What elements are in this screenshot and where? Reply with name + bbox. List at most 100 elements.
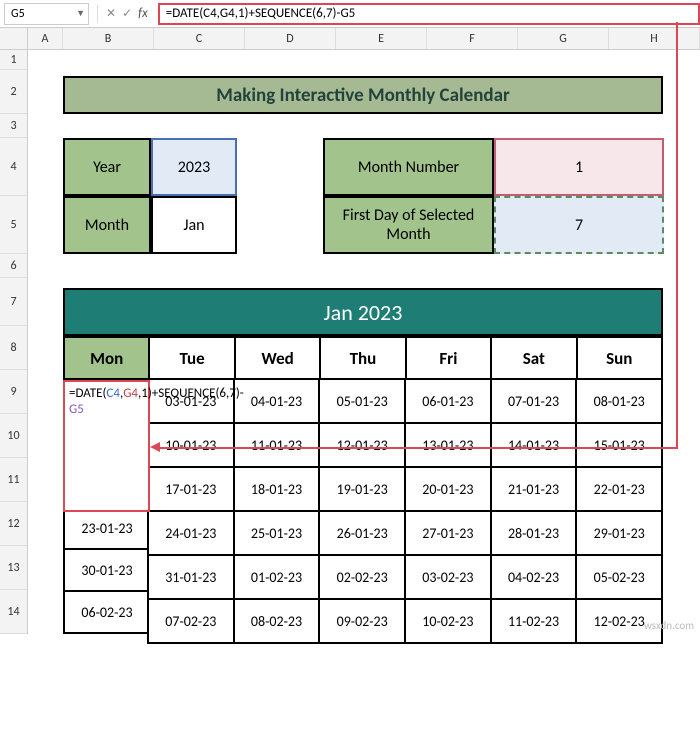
spreadsheet-area[interactable]: Making Interactive Monthly Calendar Year… (28, 50, 700, 634)
calendar-cell[interactable]: 10-02-23 (404, 598, 492, 644)
calendar-cell[interactable]: 19-01-23 (318, 466, 406, 512)
col-header[interactable]: A (28, 28, 63, 49)
calendar-cell[interactable]: 26-01-23 (318, 510, 406, 556)
annotation-line (154, 447, 678, 449)
row-header[interactable]: 7 (0, 278, 28, 326)
calendar-grid: 03-01-23 04-01-23 05-01-23 06-01-23 07-0… (149, 380, 663, 644)
formula-controls: ✕ ✓ fx (102, 6, 158, 21)
row-header[interactable]: 14 (0, 590, 28, 634)
calendar-cell[interactable]: 27-01-23 (404, 510, 492, 556)
fx-icon[interactable]: fx (138, 6, 148, 21)
calendar-cell[interactable]: 04-02-23 (490, 554, 578, 600)
table-row: 07-02-23 08-02-23 09-02-23 10-02-23 11-0… (149, 600, 663, 644)
calendar-cell[interactable]: 03-02-23 (404, 554, 492, 600)
formula-text: SEQUENCE(6,7)- (158, 386, 244, 401)
formula-text: ,1)+ (138, 386, 158, 401)
cell-ref-c4: C4 (106, 386, 120, 401)
formula-text: =DATE(C4,G4,1)+SEQUENCE(6,7)-G5 (166, 6, 356, 21)
name-box-value: G5 (11, 7, 25, 21)
calendar-cell[interactable]: 13-01-23 (404, 422, 492, 468)
separator (97, 5, 98, 23)
calendar-title: Jan 2023 (63, 288, 663, 336)
calendar-cell[interactable]: 08-02-23 (233, 598, 321, 644)
row-header[interactable]: 12 (0, 502, 28, 546)
calendar-cell[interactable]: 01-02-23 (233, 554, 321, 600)
row-header[interactable]: 13 (0, 546, 28, 590)
calendar-cell[interactable]: 17-01-23 (147, 466, 235, 512)
col-header[interactable]: E (336, 28, 427, 49)
first-day-value: 7 (494, 196, 664, 254)
col-header[interactable]: F (427, 28, 518, 49)
row-header[interactable]: 11 (0, 458, 28, 502)
column-headers: A B C D E F G H (0, 28, 700, 50)
calendar-header-row: Mon Tue Wed Thu Fri Sat Sun (63, 336, 663, 380)
row-header[interactable]: 9 (0, 370, 28, 414)
year-value[interactable]: 2023 (151, 138, 237, 196)
row-header[interactable]: 6 (0, 254, 28, 278)
calendar-cell[interactable]: 22-01-23 (575, 466, 663, 512)
table-row: 10-01-23 11-01-23 12-01-23 13-01-23 14-0… (149, 424, 663, 468)
row-header[interactable]: 1 (0, 50, 28, 70)
calendar-cell[interactable]: 31-01-23 (147, 554, 235, 600)
calendar-header: Sat (490, 336, 577, 380)
formula-bar: G5 ▼ ✕ ✓ fx =DATE(C4,G4,1)+SEQUENCE(6,7)… (0, 0, 700, 28)
cancel-icon[interactable]: ✕ (106, 6, 116, 21)
row-header[interactable]: 2 (0, 70, 28, 114)
calendar-cell[interactable]: 07-01-23 (490, 378, 578, 424)
calendar-cell[interactable]: 18-01-23 (233, 466, 321, 512)
page-title: Making Interactive Monthly Calendar (63, 76, 663, 114)
calendar-cell[interactable]: 14-01-23 (490, 422, 578, 468)
calendar-cell[interactable]: 07-02-23 (147, 598, 235, 644)
row-header[interactable]: 4 (0, 138, 28, 196)
calendar-cell[interactable]: 20-01-23 (404, 466, 492, 512)
calendar-cell[interactable]: 06-02-23 (63, 590, 151, 634)
calendar-cell[interactable]: 10-01-23 (147, 422, 235, 468)
row-header[interactable]: 3 (0, 114, 28, 138)
calendar-cell[interactable]: 05-02-23 (575, 554, 663, 600)
calendar-header: Mon (63, 336, 150, 380)
annotation-line (676, 22, 678, 447)
row-header[interactable]: 5 (0, 196, 28, 254)
calendar-cell[interactable]: 06-01-23 (404, 378, 492, 424)
calendar-cell[interactable]: 05-01-23 (318, 378, 406, 424)
calendar-header: Wed (234, 336, 321, 380)
calendar-cell[interactable]: 12-01-23 (318, 422, 406, 468)
formula-text: =DATE( (69, 386, 106, 401)
calendar-header: Tue (148, 336, 235, 380)
calendar-cell[interactable]: 08-01-23 (575, 378, 663, 424)
col-header[interactable]: D (245, 28, 336, 49)
col-header[interactable]: B (63, 28, 154, 49)
row-header[interactable]: 10 (0, 414, 28, 458)
col-header[interactable]: C (154, 28, 245, 49)
calendar-cell[interactable]: 11-02-23 (490, 598, 578, 644)
calendar-cell[interactable]: 24-01-23 (147, 510, 235, 556)
calendar-cell[interactable]: 29-01-23 (575, 510, 663, 556)
row-header[interactable]: 8 (0, 326, 28, 370)
calendar-cell[interactable]: 30-01-23 (63, 548, 151, 592)
calendar-cell[interactable]: 11-01-23 (233, 422, 321, 468)
calendar-header: Fri (405, 336, 492, 380)
col-header[interactable]: H (609, 28, 700, 49)
month-number-value: 1 (494, 138, 664, 196)
month-value[interactable]: Jan (151, 196, 237, 254)
calendar-cell[interactable]: 09-02-23 (318, 598, 406, 644)
calendar-cell[interactable]: 04-01-23 (233, 378, 321, 424)
name-box[interactable]: G5 ▼ (4, 3, 89, 25)
table-row: 24-01-23 25-01-23 26-01-23 27-01-23 28-0… (149, 512, 663, 556)
calendar-cell[interactable]: 25-01-23 (233, 510, 321, 556)
chevron-down-icon[interactable]: ▼ (76, 8, 85, 19)
calendar-cell[interactable]: 23-01-23 (63, 506, 151, 550)
select-all-corner[interactable] (0, 28, 28, 49)
calendar-cell[interactable]: 21-01-23 (490, 466, 578, 512)
first-day-label-text: First Day of Selected Month (325, 206, 492, 244)
formula-input[interactable]: =DATE(C4,G4,1)+SEQUENCE(6,7)-G5 (158, 3, 700, 25)
cell-ref-g4: G4 (123, 386, 138, 401)
calendar-cell[interactable]: 03-01-23 (147, 378, 235, 424)
calendar-cell[interactable]: 15-01-23 (575, 422, 663, 468)
year-label: Year (63, 138, 151, 196)
calendar-cell[interactable]: 28-01-23 (490, 510, 578, 556)
col-header[interactable]: G (518, 28, 609, 49)
cell-ref-g5: G5 (69, 402, 84, 417)
calendar-cell[interactable]: 02-02-23 (318, 554, 406, 600)
check-icon[interactable]: ✓ (122, 6, 132, 21)
